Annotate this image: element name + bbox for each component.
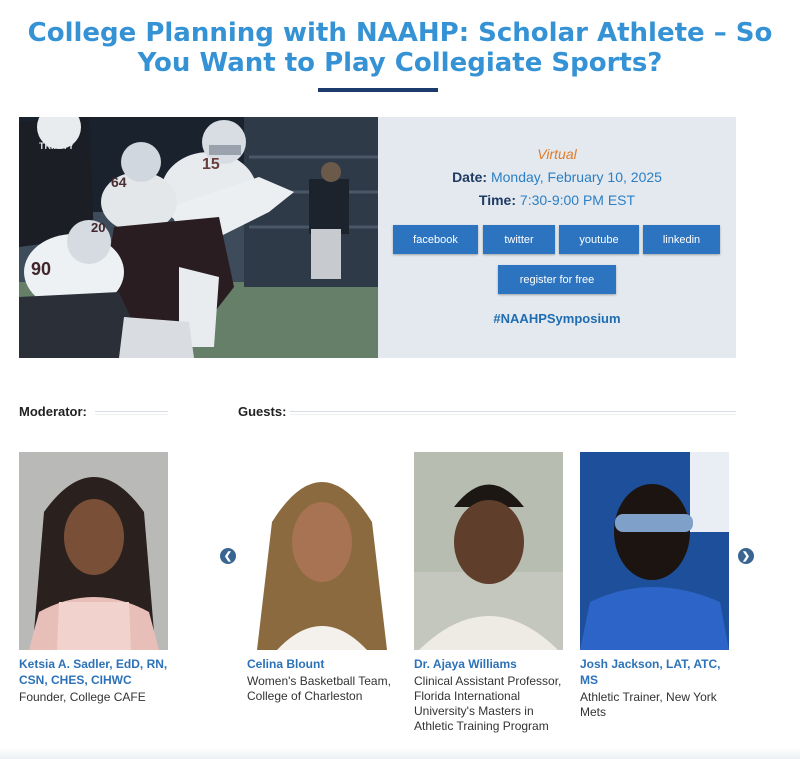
jersey-number-90: 90 xyxy=(31,259,51,279)
chevron-right-icon[interactable]: ❯ xyxy=(738,548,754,564)
guest-role: Women's Basketball Team, College of Char… xyxy=(247,674,391,703)
jersey-number-64: 64 xyxy=(111,174,127,190)
guest-photo xyxy=(247,452,396,650)
guest-card: Josh Jackson, LAT, ATC, MS Athletic Trai… xyxy=(580,452,730,720)
time-label: Time: xyxy=(478,192,517,208)
jersey-text-trinity: TRINITY xyxy=(39,141,74,151)
moderator-label: Moderator: xyxy=(19,404,87,419)
jersey-number-20: 20 xyxy=(91,220,105,235)
page-bottom-fade xyxy=(0,748,800,759)
event-date: Date: Monday, February 10, 2025 xyxy=(378,169,736,185)
chevron-left-icon[interactable]: ❮ xyxy=(220,548,236,564)
guest-card: Dr. Ajaya Williams Clinical Assistant Pr… xyxy=(414,452,564,734)
football-hero-image: TRINITY 15 64 90 20 xyxy=(19,117,378,358)
date-label: Date: xyxy=(452,169,488,185)
moderator-divider xyxy=(95,411,168,415)
page-title: College Planning with NAAHP: Scholar Ath… xyxy=(27,18,773,78)
jersey-number-15: 15 xyxy=(202,156,220,173)
event-format: Virtual xyxy=(537,146,577,162)
moderator-card: Ketsia A. Sadler, EdD, RN, CSN, CHES, CI… xyxy=(19,452,169,705)
moderator-name[interactable]: Ketsia A. Sadler, EdD, RN, CSN, CHES, CI… xyxy=(19,656,169,688)
moderator-photo xyxy=(19,452,168,650)
twitter-button[interactable]: twitter xyxy=(483,225,555,254)
time-value: 7:30-9:00 PM EST xyxy=(519,192,636,208)
moderator-role: Founder, College CAFE xyxy=(19,690,146,704)
event-hashtag[interactable]: #NAAHPSymposium xyxy=(378,311,736,326)
guest-photo xyxy=(414,452,563,650)
guest-card: Celina Blount Women's Basketball Team, C… xyxy=(247,452,397,704)
guest-name[interactable]: Dr. Ajaya Williams xyxy=(414,656,564,672)
facebook-button[interactable]: facebook xyxy=(393,225,478,254)
youtube-button[interactable]: youtube xyxy=(559,225,639,254)
event-time: Time: 7:30-9:00 PM EST xyxy=(378,192,736,208)
guests-label: Guests: xyxy=(238,404,287,419)
title-underline xyxy=(318,88,438,92)
guest-photo xyxy=(580,452,729,650)
guest-role: Athletic Trainer, New York Mets xyxy=(580,690,717,719)
guest-name[interactable]: Celina Blount xyxy=(247,656,397,672)
guests-divider xyxy=(290,411,736,415)
event-info-panel: Virtual Date: Monday, February 10, 2025 … xyxy=(378,117,736,358)
date-value: Monday, February 10, 2025 xyxy=(490,169,662,185)
guest-name[interactable]: Josh Jackson, LAT, ATC, MS xyxy=(580,656,730,688)
guest-role: Clinical Assistant Professor, Florida In… xyxy=(414,674,562,733)
linkedin-button[interactable]: linkedin xyxy=(643,225,720,254)
register-button[interactable]: register for free xyxy=(498,265,616,294)
